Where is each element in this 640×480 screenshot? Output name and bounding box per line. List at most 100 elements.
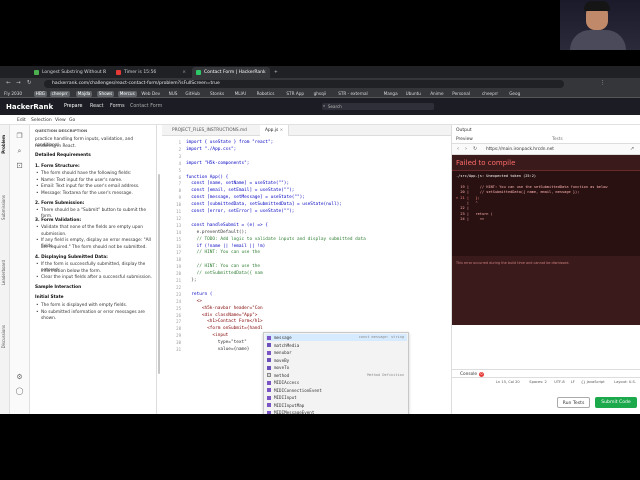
bookmark-item[interactable]: Manga (384, 91, 398, 96)
bookmark-item[interactable]: Anime (430, 91, 443, 96)
bookmark-item[interactable]: cheeprr (482, 91, 498, 96)
address-bar[interactable]: hackerrank.com/challenges/react-contact-… (44, 79, 564, 88)
suggestion-item[interactable]: moveBy (266, 357, 407, 364)
code-line[interactable]: <h1>Contact Form</h1> (186, 319, 263, 325)
code-line[interactable]: function App() { (186, 175, 228, 181)
close-icon[interactable]: × (262, 70, 266, 75)
code-line[interactable]: const [submittedData, setSubmittedData] … (186, 202, 342, 208)
browser-tab[interactable]: Longest Substring Without R × (30, 67, 110, 78)
console-label[interactable]: Console (460, 372, 477, 377)
files-icon[interactable]: ❐ (15, 132, 24, 141)
bookmark-item[interactable]: cheeprr (49, 90, 70, 97)
search-icon[interactable]: ⌕ (15, 147, 24, 156)
suggestion-item[interactable]: menubar (266, 349, 407, 356)
code-line[interactable]: return ( (186, 292, 212, 298)
code-line[interactable]: const [error, setError] = useState(""); (186, 209, 294, 215)
status-item[interactable]: Spaces: 2 (529, 380, 546, 384)
menu-view[interactable]: View (55, 118, 66, 123)
new-tab-button[interactable]: + (272, 67, 284, 78)
code-line[interactable]: // HINT: You can use the (186, 264, 260, 270)
bookmark-item[interactable]: ghsqii (314, 91, 326, 96)
suggestion-item[interactable]: moveTo (266, 364, 407, 371)
code-line[interactable]: const [name, setName] = useState(""); (186, 181, 289, 187)
suggestion-item[interactable]: message const message: string (266, 334, 407, 341)
code-line[interactable]: // TODO: Add logic to validate inputs an… (186, 237, 366, 243)
bookmark-item[interactable]: Geog (509, 91, 520, 96)
avatar-icon[interactable]: ◯ (15, 387, 24, 396)
nav-prepare[interactable]: Prepare (64, 104, 82, 109)
bookmark-item[interactable]: STR - external (338, 91, 368, 96)
code-line[interactable]: if (!name || !email || !m) (186, 244, 266, 250)
output-tab[interactable]: Output (456, 128, 472, 133)
code-line[interactable]: const [message, setMessage] = useState("… (186, 195, 305, 201)
gear-icon[interactable]: ⚙ (15, 373, 24, 382)
tab-submissions[interactable]: Submissions (1, 195, 6, 220)
tab-instructions[interactable]: PROJECT_FILES_INSTRUCTIONS.md (172, 128, 247, 133)
hackerrank-logo[interactable]: HackerRank (6, 103, 53, 111)
bookmark-item[interactable]: GitHub (185, 91, 200, 96)
suggestion-item[interactable]: MIDIMessageEvent (266, 409, 407, 414)
back-icon[interactable]: ‹ (457, 146, 459, 152)
menu-selection[interactable]: Selection (31, 118, 52, 123)
code-line[interactable]: value={name} (186, 347, 250, 353)
status-item[interactable]: Layout: U.S. (614, 380, 636, 384)
submit-code-button[interactable]: Submit Code (595, 397, 637, 408)
tab-preview[interactable]: Preview (456, 137, 473, 142)
forward-icon[interactable]: › (465, 146, 467, 152)
code-line[interactable]: import { useState } from "react"; (186, 140, 273, 146)
extensions-icon[interactable]: ⚀ (15, 162, 24, 171)
suggestion-item[interactable]: MIDIInput (266, 394, 407, 401)
preview-url[interactable]: https://main.ironpack.hrcdn.net (486, 147, 554, 152)
code-line[interactable]: <div className="App"> (186, 313, 258, 319)
code-line[interactable]: // setSubmittedData({ nam (186, 271, 263, 277)
suggestion-item[interactable]: MIDIConnectionEvent (266, 387, 407, 394)
code-line[interactable]: const handleSubmit = (e) => { (186, 223, 268, 229)
code-line[interactable]: }; (186, 278, 196, 284)
bookmark-item[interactable]: Robotics (257, 91, 275, 96)
close-icon[interactable]: × (102, 70, 106, 75)
close-icon[interactable]: × (280, 128, 284, 133)
bookmark-item[interactable]: Shows (96, 90, 115, 97)
nav-forms[interactable]: Forms (110, 104, 125, 109)
code-line[interactable]: <h5k-navbar header="Con (186, 306, 263, 312)
bookmark-item[interactable]: Web Dev (141, 91, 160, 96)
suggestion-item[interactable]: MIDIInputMap (266, 402, 407, 409)
bookmark-item[interactable]: NUS (169, 91, 178, 96)
code-line[interactable]: <> (186, 299, 202, 305)
external-link-icon[interactable]: ↗ (630, 146, 634, 152)
bookmark-item[interactable]: Ubuntu (406, 91, 421, 96)
problem-scrollbar[interactable] (158, 174, 160, 374)
forward-icon[interactable]: → (16, 80, 21, 86)
extensions-icon[interactable]: ⋮ (600, 80, 606, 86)
bookmark-item[interactable]: Mercus (117, 90, 137, 97)
code-line[interactable]: const [email, setEmail] = useState(""); (186, 188, 294, 194)
code-line[interactable]: <input (186, 333, 228, 339)
suggestion-item[interactable]: method Method Definition (266, 372, 407, 379)
browser-tab-active[interactable]: Contact Form | HackerRank × (192, 67, 270, 78)
browser-tab[interactable]: Timer is 15:56 × (112, 67, 190, 78)
code-line[interactable]: import "H5k-components"; (186, 161, 249, 167)
reload-icon[interactable]: ↻ (27, 80, 32, 86)
menu-go[interactable]: Go (69, 118, 75, 123)
bookmark-item[interactable]: MLIAI (235, 91, 246, 96)
code-line[interactable]: // HINT: You can use the (186, 250, 260, 256)
console-bar[interactable]: Console 0 (452, 369, 640, 378)
reload-icon[interactable]: ↻ (473, 146, 477, 152)
menu-edit[interactable]: Edit (17, 118, 26, 123)
close-icon[interactable]: × (182, 70, 186, 75)
status-item[interactable]: UTF-8 (554, 380, 564, 384)
status-item[interactable]: Ln 15, Col 20 (496, 380, 520, 384)
nav-contact-form[interactable]: Contact Form (130, 104, 162, 109)
nav-react[interactable]: React (90, 104, 104, 109)
run-tests-button[interactable]: Run Tests (557, 397, 590, 408)
tab-problem[interactable]: Problem (1, 135, 6, 154)
search-input[interactable]: ⌕ Search (322, 102, 434, 110)
status-item[interactable]: LF (571, 380, 575, 384)
tab-tests[interactable]: Tests (552, 137, 563, 142)
bookmark-item[interactable]: Stonks (210, 91, 224, 96)
code-line[interactable]: import "./App.css"; (186, 147, 236, 153)
code-line[interactable]: type="text" (186, 340, 247, 346)
bookmark-item[interactable]: Personal (452, 91, 470, 96)
bookmark-item[interactable]: STR App (286, 91, 304, 96)
bookmark-item[interactable]: Fly 2030 (4, 91, 22, 96)
